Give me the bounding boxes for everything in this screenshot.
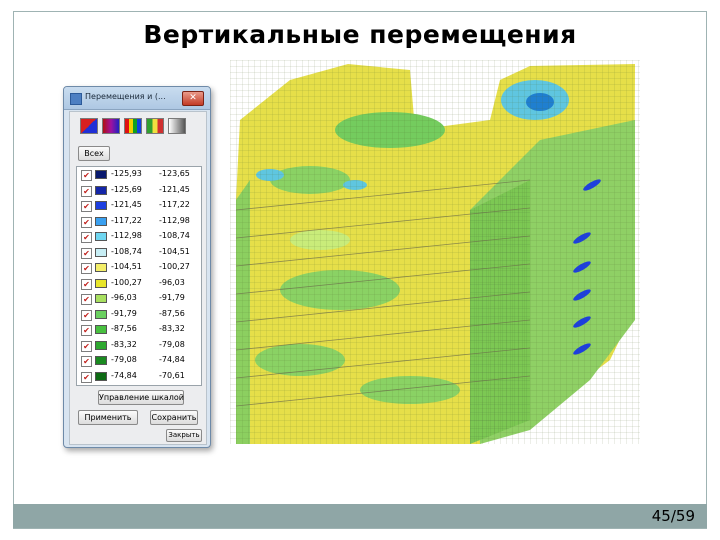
save-button[interactable]: Сохранить [150,410,198,425]
legend-row: ✔ -79,08 -74,84 [77,354,201,369]
legend-row: ✔ -74,84 -70,61 [77,370,201,385]
apply-button[interactable]: Применить [78,410,138,425]
legend-color-swatch[interactable] [95,356,107,365]
legend-checkbox[interactable]: ✔ [81,216,92,228]
palette-rainbow-icon[interactable] [124,118,142,134]
legend-color-swatch[interactable] [95,247,107,257]
legend-row: ✔ -125,93 -123,65 [77,168,201,183]
legend-from-value: -100,27 [111,277,142,287]
dialog-client-area: Всех ✔ -125,93 -123,65 ✔ -125,69 -121,45… [69,111,207,445]
app-icon [70,93,82,105]
legend-to-value: -121,45 [159,184,190,194]
legend-row: ✔ -87,56 -83,32 [77,323,201,338]
legend-from-value: -91,79 [111,308,137,318]
palette-grayscale-icon[interactable] [168,118,186,134]
legend-checkbox[interactable]: ✔ [81,170,92,181]
legend-from-value: -125,69 [111,184,142,194]
legend-to-value: -91,79 [159,293,185,302]
palette-purple-blue-icon[interactable] [102,118,120,134]
legend-from-value: -87,56 [111,324,137,333]
legend-checkbox[interactable]: ✔ [81,294,92,305]
legend-row: ✔ -121,45 -117,22 [77,199,201,214]
color-scale-legend: ✔ -125,93 -123,65 ✔ -125,69 -121,45 ✔ -1… [76,166,202,386]
legend-to-value: -123,65 [159,169,190,178]
legend-row: ✔ -104,51 -100,27 [77,261,201,276]
legend-checkbox[interactable]: ✔ [81,247,92,259]
legend-to-value: -100,27 [159,262,190,271]
legend-to-value: -104,51 [159,246,190,256]
legend-color-swatch[interactable] [95,263,107,272]
legend-color-swatch[interactable] [95,185,107,195]
legend-checkbox[interactable]: ✔ [81,201,92,212]
legend-row: ✔ -83,32 -79,08 [77,339,201,354]
legend-checkbox[interactable]: ✔ [81,325,92,336]
select-all-button[interactable]: Всех [78,146,110,161]
legend-to-value: -83,32 [159,324,185,333]
legend-color-swatch[interactable] [95,309,107,319]
legend-from-value: -121,45 [111,200,142,209]
legend-from-value: -96,03 [111,293,137,302]
legend-from-value: -108,74 [111,246,142,256]
legend-row: ✔ -91,79 -87,56 [77,308,201,323]
legend-checkbox[interactable]: ✔ [81,309,92,321]
displacement-scale-dialog[interactable]: Перемещения и (... ✕ Всех ✔ -125,93 -123… [63,86,211,448]
building-displacement-model [230,60,640,444]
palette-green-yellow-red-icon[interactable] [146,118,164,134]
legend-row: ✔ -108,74 -104,51 [77,246,201,261]
dialog-title: Перемещения и (... [85,92,166,101]
legend-from-value: -79,08 [111,355,137,364]
legend-row: ✔ -96,03 -91,79 [77,292,201,307]
palette-red-blue-icon[interactable] [80,118,98,134]
legend-checkbox[interactable]: ✔ [81,340,92,352]
legend-to-value: -87,56 [159,308,185,318]
legend-to-value: -112,98 [159,215,190,225]
page-number: 45/59 [651,507,695,525]
legend-color-swatch[interactable] [95,294,107,303]
legend-color-swatch[interactable] [95,201,107,210]
legend-from-value: -104,51 [111,262,142,271]
legend-color-swatch[interactable] [95,325,107,334]
legend-to-value: -108,74 [159,231,190,240]
legend-to-value: -96,03 [159,277,185,287]
legend-from-value: -83,32 [111,339,137,349]
legend-from-value: -117,22 [111,215,142,225]
slide-footer: 45/59 [13,504,707,528]
dialog-titlebar[interactable]: Перемещения и (... ✕ [64,87,210,110]
legend-checkbox[interactable]: ✔ [81,185,92,197]
legend-to-value: -70,61 [159,370,185,380]
legend-to-value: -117,22 [159,200,190,209]
legend-checkbox[interactable]: ✔ [81,356,92,367]
legend-checkbox[interactable]: ✔ [81,232,92,243]
legend-color-swatch[interactable] [95,232,107,241]
scale-control-button[interactable]: Управление шкалой [98,390,184,405]
legend-color-swatch[interactable] [95,216,107,226]
legend-checkbox[interactable]: ✔ [81,278,92,290]
legend-from-value: -74,84 [111,370,137,380]
legend-color-swatch[interactable] [95,340,107,350]
legend-from-value: -112,98 [111,231,142,240]
legend-row: ✔ -125,69 -121,45 [77,184,201,199]
legend-to-value: -79,08 [159,339,185,349]
close-window-button[interactable]: ✕ [182,91,204,106]
legend-color-swatch[interactable] [95,278,107,288]
close-button[interactable]: Закрыть [166,429,202,442]
legend-from-value: -125,93 [111,169,142,178]
legend-color-swatch[interactable] [95,371,107,381]
legend-checkbox[interactable]: ✔ [81,371,92,383]
legend-color-swatch[interactable] [95,170,107,179]
legend-row: ✔ -100,27 -96,03 [77,277,201,292]
legend-checkbox[interactable]: ✔ [81,263,92,274]
slide-title: Вертикальные перемещения [143,20,577,49]
fe-mesh-side [470,180,530,444]
legend-to-value: -74,84 [159,355,185,364]
legend-row: ✔ -112,98 -108,74 [77,230,201,245]
legend-row: ✔ -117,22 -112,98 [77,215,201,230]
fe-mesh-overlay [230,60,640,444]
